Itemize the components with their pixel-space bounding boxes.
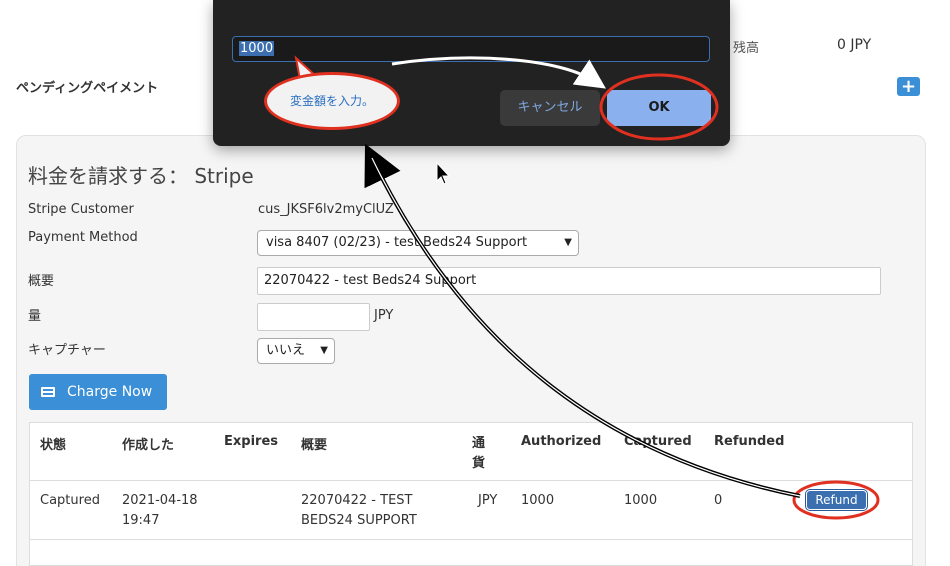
- balance-value: 0 JPY: [837, 37, 872, 53]
- header-currency: 通貨: [472, 436, 486, 471]
- header-status: 状態: [40, 438, 67, 453]
- cell-status: Captured: [40, 493, 100, 508]
- amount-label: 量: [28, 309, 42, 324]
- panel-title: 料金を請求する： Stripe: [28, 164, 254, 188]
- payment-method-select[interactable]: visa 8407 (02/23) - test Beds24 Support …: [257, 230, 579, 256]
- stripe-customer-value: cus_JKSF6lv2myClUZ: [258, 202, 394, 217]
- cell-created-date: 2021-04-18: [122, 493, 198, 508]
- balance-label: 残高: [733, 41, 760, 56]
- cell-summary-line1: 22070422 - TEST: [301, 493, 413, 508]
- chevron-down-icon: ▼: [320, 345, 328, 356]
- table-divider: [29, 480, 913, 481]
- header-summary: 概要: [301, 438, 328, 453]
- cell-currency: JPY: [478, 493, 498, 508]
- dialog-amount-input[interactable]: 1000: [232, 36, 710, 62]
- cell-created-time: 19:47: [122, 513, 160, 528]
- dialog-cancel-button[interactable]: キャンセル: [500, 90, 600, 126]
- summary-input[interactable]: 22070422 - test Beds24 Support: [257, 267, 881, 295]
- dialog-input-value: 1000: [239, 41, 275, 56]
- stripe-customer-label: Stripe Customer: [28, 202, 134, 217]
- header-authorized: Authorized: [521, 434, 602, 449]
- pending-payments-title: ペンディングペイメント: [16, 81, 159, 96]
- header-refunded: Refunded: [714, 434, 785, 449]
- hint-bubble: 変金額を入力。: [264, 72, 400, 130]
- cell-refunded: 0: [714, 493, 723, 508]
- header-captured: Captured: [624, 434, 692, 449]
- charge-now-button[interactable]: Charge Now: [29, 374, 167, 410]
- payment-method-label: Payment Method: [28, 230, 138, 245]
- capture-label: キャプチャー: [28, 343, 106, 358]
- summary-label: 概要: [28, 274, 55, 289]
- credit-card-icon: [41, 387, 55, 397]
- capture-select[interactable]: いいえ ▼: [257, 338, 335, 364]
- chevron-down-icon: ▼: [564, 237, 572, 248]
- cell-authorized: 1000: [521, 493, 555, 508]
- dialog-ok-button[interactable]: OK: [607, 90, 711, 126]
- plus-icon: +: [900, 76, 917, 97]
- cell-created: 2021-04-18 19:47: [122, 491, 198, 531]
- capture-value: いいえ: [266, 343, 306, 358]
- charge-now-label: Charge Now: [67, 384, 153, 400]
- payment-method-value: visa 8407 (02/23) - test Beds24 Support: [266, 235, 528, 250]
- refund-button[interactable]: Refund: [806, 490, 867, 510]
- header-created: 作成した: [122, 438, 175, 453]
- cell-summary: 22070422 - TEST BEDS24 SUPPORT: [301, 491, 417, 531]
- header-expires: Expires: [224, 434, 278, 449]
- amount-unit: JPY: [374, 308, 394, 323]
- cell-captured: 1000: [624, 493, 658, 508]
- amount-input[interactable]: [257, 303, 370, 331]
- table-divider: [29, 539, 913, 540]
- cell-summary-line2: BEDS24 SUPPORT: [301, 513, 417, 528]
- add-pending-button[interactable]: +: [897, 77, 920, 96]
